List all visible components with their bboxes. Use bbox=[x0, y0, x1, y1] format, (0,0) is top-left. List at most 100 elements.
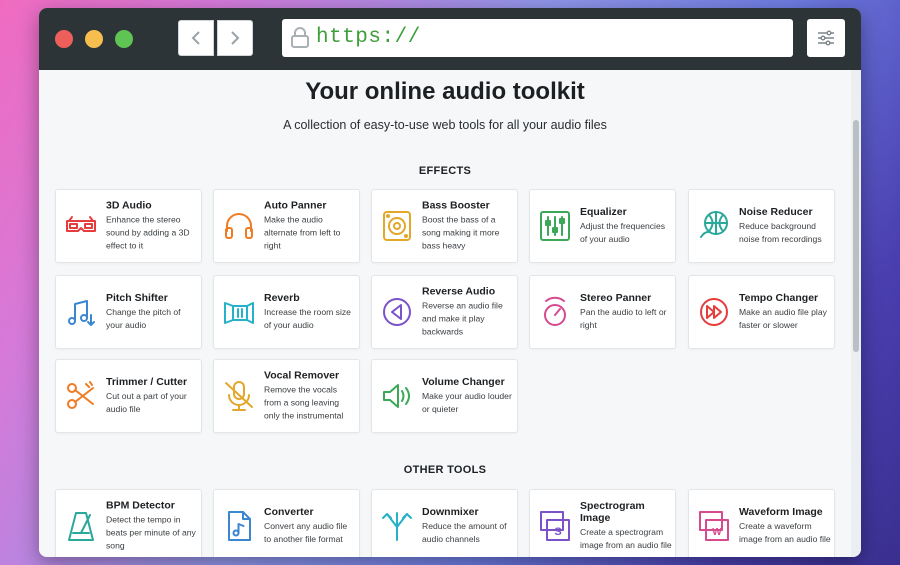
tool-description: Adjust the frequencies of your audio bbox=[580, 221, 666, 244]
equalizer-icon bbox=[538, 209, 572, 243]
tool-card-reverb[interactable]: Reverb Increase the room size of your aud… bbox=[213, 275, 360, 349]
tool-card-converter[interactable]: Converter Convert any audio file to anoth… bbox=[213, 489, 360, 557]
tool-card-waveform-image[interactable]: W Waveform Image Create a waveform image f… bbox=[688, 489, 835, 557]
tool-description: Make your audio louder or quieter bbox=[422, 391, 512, 414]
tool-card-text: Volume Changer Make your audio louder or … bbox=[422, 376, 514, 416]
url-text: https:// bbox=[316, 26, 421, 49]
tool-card-text: Auto Panner Make the audio alternate from… bbox=[264, 200, 356, 253]
fast-forward-icon bbox=[697, 295, 731, 329]
reverse-play-icon bbox=[380, 295, 414, 329]
tool-description: Convert any audio file to another file f… bbox=[264, 521, 348, 544]
tool-card-auto-panner[interactable]: Auto Panner Make the audio alternate from… bbox=[213, 189, 360, 263]
waveform-image-icon: W bbox=[697, 509, 731, 543]
scissors-icon bbox=[64, 379, 98, 413]
tool-card-trimmer-cutter[interactable]: Trimmer / Cutter Cut out a part of your a… bbox=[55, 359, 202, 433]
tool-card-tempo-changer[interactable]: Tempo Changer Make an audio file play fas… bbox=[688, 275, 835, 349]
minimize-window-button[interactable] bbox=[85, 30, 103, 48]
music-notes-icon bbox=[64, 295, 98, 329]
tool-card-text: Bass Booster Boost the bass of a song mak… bbox=[422, 200, 514, 253]
svg-text:S: S bbox=[554, 526, 561, 538]
scrollbar-thumb[interactable] bbox=[853, 120, 859, 352]
tool-description: Reverse an audio file and make it play b… bbox=[422, 300, 503, 337]
volume-icon bbox=[380, 379, 414, 413]
tool-name: Stereo Panner bbox=[580, 292, 652, 304]
music-file-icon bbox=[222, 509, 256, 543]
page-subtitle: A collection of easy-to-use web tools fo… bbox=[283, 118, 607, 132]
tool-card-text: BPM Detector Detect the tempo in beats pe… bbox=[106, 500, 198, 553]
tool-card-text: 3D Audio Enhance the stereo sound by addi… bbox=[106, 200, 198, 253]
scrollbar[interactable] bbox=[851, 70, 861, 557]
metronome-icon bbox=[64, 509, 98, 543]
tool-card-text: Downmixer Reduce the amount of audio chan… bbox=[422, 506, 514, 546]
tool-card-text: Tempo Changer Make an audio file play fas… bbox=[739, 292, 831, 332]
tool-name: Bass Booster bbox=[422, 199, 490, 212]
page-content: Your online audio toolkit A collection o… bbox=[39, 70, 851, 557]
tool-card-reverse-audio[interactable]: Reverse Audio Reverse an audio file and m… bbox=[371, 275, 518, 349]
tool-name: Tempo Changer bbox=[739, 292, 819, 304]
tool-name: Waveform Image bbox=[739, 506, 823, 518]
tool-card-text: Vocal Remover Remove the vocals from a so… bbox=[264, 370, 356, 423]
tool-description: Create a waveform image from an audio fi… bbox=[739, 521, 831, 544]
section-heading-effects: EFFECTS bbox=[418, 165, 472, 177]
headphones-icon bbox=[222, 209, 256, 243]
tool-card-vocal-remover[interactable]: Vocal Remover Remove the vocals from a so… bbox=[213, 359, 360, 433]
lock-icon bbox=[291, 27, 309, 48]
sliders-icon bbox=[818, 30, 834, 46]
tool-name: BPM Detector bbox=[106, 499, 175, 512]
pan-knob-icon bbox=[538, 295, 572, 329]
tool-card-text: Waveform Image Create a waveform image fr… bbox=[739, 506, 831, 546]
back-button[interactable] bbox=[178, 20, 214, 56]
room-icon bbox=[222, 295, 256, 329]
tool-description: Make an audio file play faster or slower bbox=[739, 307, 827, 330]
tool-card-pitch-shifter[interactable]: Pitch Shifter Change the pitch of your au… bbox=[55, 275, 202, 349]
tool-name: Trimmer / Cutter bbox=[106, 376, 188, 388]
tool-name: Converter bbox=[264, 506, 314, 518]
tool-name: Volume Changer bbox=[422, 376, 505, 388]
tool-card-equalizer[interactable]: Equalizer Adjust the frequencies of your … bbox=[529, 189, 676, 263]
browser-window: https:// Your online audio toolkit A col… bbox=[39, 8, 861, 557]
browser-toolbar: https:// bbox=[39, 8, 861, 70]
tool-description: Pan the audio to left or right bbox=[580, 307, 667, 330]
tool-card-text: Noise Reducer Reduce background noise fro… bbox=[739, 206, 831, 246]
tool-name: Reverse Audio bbox=[422, 285, 496, 298]
globe-icon bbox=[697, 209, 731, 243]
tool-card-bass-booster[interactable]: Bass Booster Boost the bass of a song mak… bbox=[371, 189, 518, 263]
tool-card-downmixer[interactable]: Downmixer Reduce the amount of audio chan… bbox=[371, 489, 518, 557]
tool-name: Equalizer bbox=[580, 206, 627, 218]
tool-description: Reduce background noise from recordings bbox=[739, 221, 822, 244]
tool-description: Remove the vocals from a song leaving on… bbox=[264, 384, 344, 421]
close-window-button[interactable] bbox=[55, 30, 73, 48]
muted-mic-icon bbox=[222, 379, 256, 413]
tool-card-text: Converter Convert any audio file to anoth… bbox=[264, 506, 356, 546]
tool-card-3d-audio[interactable]: 3D Audio Enhance the stereo sound by addi… bbox=[55, 189, 202, 263]
svg-text:W: W bbox=[712, 527, 722, 538]
settings-button[interactable] bbox=[807, 19, 845, 57]
tool-card-spectrogram-image[interactable]: S Spectrogram Image Create a spectrogram i… bbox=[529, 489, 676, 557]
tool-name: Spectrogram Image bbox=[580, 500, 645, 524]
tool-name: Downmixer bbox=[422, 506, 479, 518]
address-bar[interactable]: https:// bbox=[282, 19, 793, 57]
downmix-icon bbox=[380, 509, 414, 543]
tool-description: Create a spectrogram image from an audio… bbox=[580, 527, 672, 550]
tool-name: 3D Audio bbox=[106, 199, 152, 212]
tool-card-text: Spectrogram Image Create a spectrogram im… bbox=[580, 500, 672, 552]
tool-description: Make the audio alternate from left to ri… bbox=[264, 214, 341, 251]
tool-card-text: Equalizer Adjust the frequencies of your … bbox=[580, 206, 672, 246]
chevron-right-icon bbox=[231, 31, 240, 45]
tool-card-text: Trimmer / Cutter Cut out a part of your a… bbox=[106, 376, 198, 416]
chevron-left-icon bbox=[191, 31, 200, 45]
tool-card-stereo-panner[interactable]: Stereo Panner Pan the audio to left or ri… bbox=[529, 275, 676, 349]
tool-name: Pitch Shifter bbox=[106, 292, 168, 304]
tool-card-volume-changer[interactable]: Volume Changer Make your audio louder or … bbox=[371, 359, 518, 433]
tool-description: Detect the tempo in beats per minute of … bbox=[106, 514, 196, 551]
page-title: Your online audio toolkit bbox=[305, 78, 585, 105]
tool-name: Auto Panner bbox=[264, 199, 327, 212]
maximize-window-button[interactable] bbox=[115, 30, 133, 48]
forward-button[interactable] bbox=[217, 20, 253, 56]
tool-description: Boost the bass of a song making it more … bbox=[422, 214, 500, 251]
tool-description: Change the pitch of your audio bbox=[106, 307, 181, 330]
tool-description: Reduce the amount of audio channels bbox=[422, 521, 507, 544]
tool-card-bpm-detector[interactable]: BPM Detector Detect the tempo in beats pe… bbox=[55, 489, 202, 557]
tool-card-noise-reducer[interactable]: Noise Reducer Reduce background noise fro… bbox=[688, 189, 835, 263]
tool-card-text: Pitch Shifter Change the pitch of your au… bbox=[106, 292, 198, 332]
